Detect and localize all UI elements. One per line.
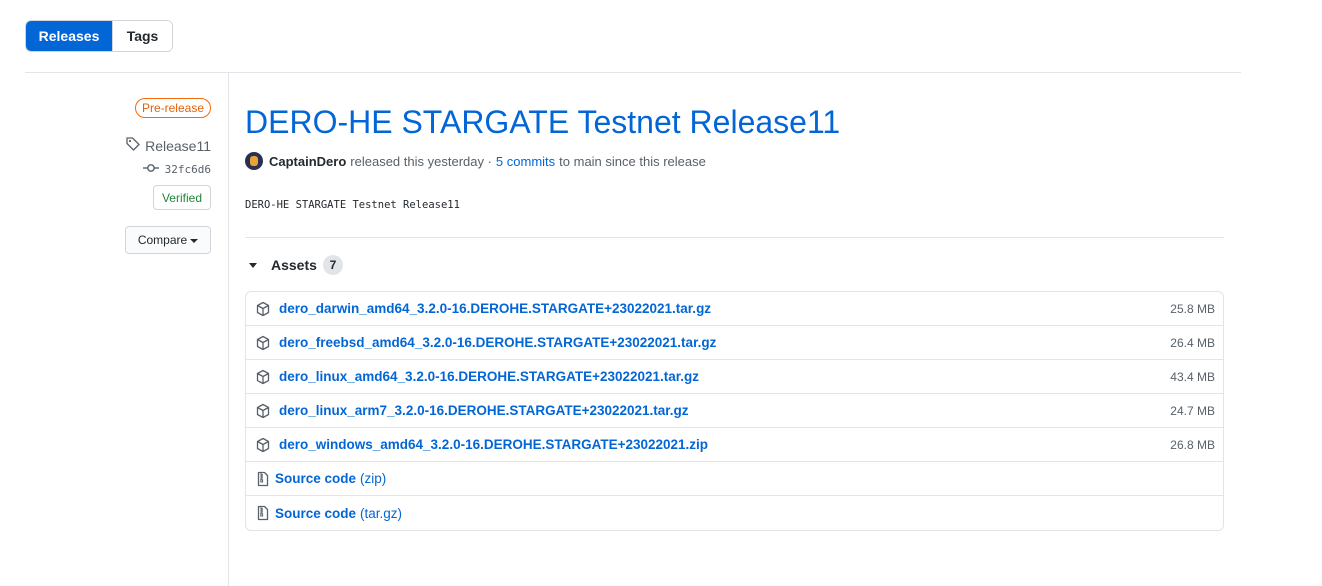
release-meta: CaptainDero released this yesterday · 5 … — [245, 152, 706, 170]
package-icon — [255, 369, 271, 385]
package-icon — [255, 437, 271, 453]
tag-link[interactable]: Release11 — [125, 136, 211, 155]
source-row: Source code (tar.gz) — [246, 496, 1223, 530]
sidebar-divider — [228, 72, 229, 586]
release-title[interactable]: DERO-HE STARGATE Testnet Release11 — [245, 104, 840, 141]
divider-mid — [245, 237, 1224, 238]
source-tar-suffix[interactable]: (tar.gz) — [360, 506, 402, 521]
compare-label: Compare — [137, 233, 188, 247]
commits-link[interactable]: 5 commits — [496, 154, 555, 169]
prerelease-badge: Pre-release — [134, 98, 211, 118]
caret-down-icon — [249, 262, 257, 268]
package-icon — [255, 403, 271, 419]
assets-list: dero_darwin_amd64_3.2.0-16.DEROHE.STARGA… — [245, 291, 1224, 531]
file-zip-icon — [255, 505, 271, 521]
asset-link[interactable]: dero_darwin_amd64_3.2.0-16.DEROHE.STARGA… — [279, 301, 711, 316]
commits-suffix: to main since this release — [559, 153, 706, 169]
verified-badge[interactable]: Verified — [152, 185, 211, 210]
asset-size: 24.7 MB — [1170, 403, 1215, 418]
tab-releases[interactable]: Releases — [26, 21, 112, 51]
asset-link[interactable]: dero_linux_amd64_3.2.0-16.DEROHE.STARGAT… — [279, 369, 699, 384]
commit-icon — [142, 163, 159, 176]
tag-icon — [125, 136, 141, 155]
tab-tags[interactable]: Tags — [112, 21, 172, 51]
package-icon — [255, 335, 271, 351]
asset-size: 25.8 MB — [1170, 301, 1215, 316]
file-zip-icon — [255, 471, 271, 487]
assets-toggle[interactable]: Assets 7 — [249, 255, 343, 275]
release-body: DERO-HE STARGATE Testnet Release11 — [245, 199, 460, 211]
asset-size: 26.4 MB — [1170, 335, 1215, 350]
asset-row: dero_linux_amd64_3.2.0-16.DEROHE.STARGAT… — [246, 360, 1223, 394]
assets-count: 7 — [322, 255, 343, 275]
source-tar-link[interactable]: Source code — [275, 506, 356, 521]
asset-row: dero_linux_arm7_3.2.0-16.DEROHE.STARGATE… — [246, 394, 1223, 428]
source-zip-suffix[interactable]: (zip) — [360, 471, 386, 486]
asset-size: 26.8 MB — [1170, 437, 1215, 452]
released-text: released this yesterday · — [350, 153, 492, 169]
commit-sha: 32fc6d6 — [164, 163, 211, 176]
source-row: Source code (zip) — [246, 462, 1223, 496]
asset-size: 43.4 MB — [1170, 369, 1215, 384]
chevron-down-icon — [190, 233, 199, 247]
author-link[interactable]: CaptainDero — [269, 154, 346, 169]
asset-row: dero_freebsd_amd64_3.2.0-16.DEROHE.STARG… — [246, 326, 1223, 360]
compare-button[interactable]: Compare — [125, 226, 211, 254]
assets-label: Assets — [271, 257, 317, 273]
divider-top — [25, 72, 1241, 73]
asset-link[interactable]: dero_freebsd_amd64_3.2.0-16.DEROHE.STARG… — [279, 335, 716, 350]
commit-link[interactable]: 32fc6d6 — [142, 163, 211, 176]
asset-row: dero_darwin_amd64_3.2.0-16.DEROHE.STARGA… — [246, 292, 1223, 326]
asset-row: dero_windows_amd64_3.2.0-16.DEROHE.STARG… — [246, 428, 1223, 462]
asset-link[interactable]: dero_linux_arm7_3.2.0-16.DEROHE.STARGATE… — [279, 403, 689, 418]
package-icon — [255, 301, 271, 317]
avatar[interactable] — [245, 152, 263, 170]
release-tabs: Releases Tags — [25, 20, 173, 52]
asset-link[interactable]: dero_windows_amd64_3.2.0-16.DEROHE.STARG… — [279, 437, 708, 452]
source-zip-link[interactable]: Source code — [275, 471, 356, 486]
tag-name: Release11 — [145, 137, 211, 154]
